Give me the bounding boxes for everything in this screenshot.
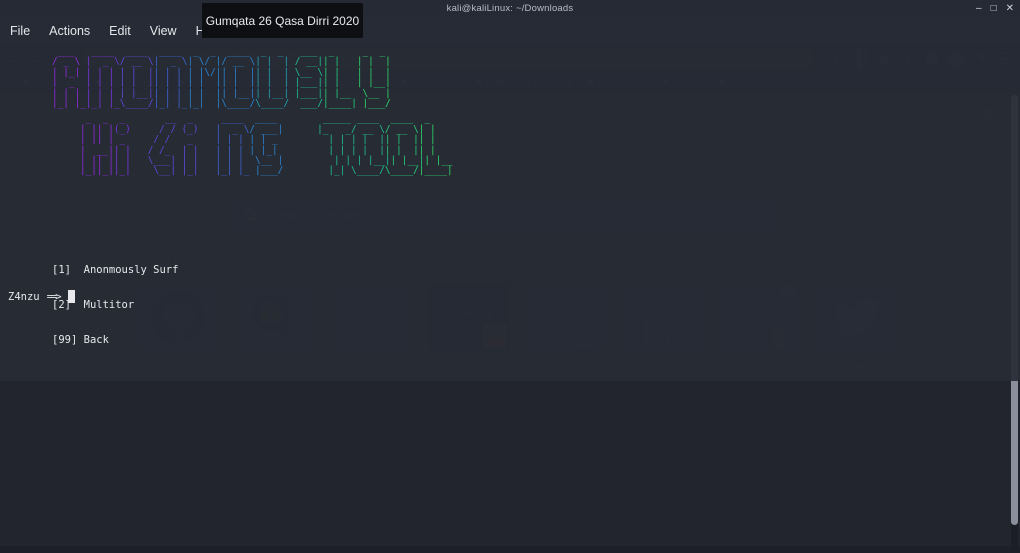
terminal-menu-options: [1] Anonmously Surf [2] Multitor [99] Ba… bbox=[52, 241, 178, 371]
menu-option-label: Back bbox=[83, 334, 109, 347]
maximize-icon[interactable]: □ bbox=[991, 3, 997, 14]
terminal-title-bar: kali@kaliLinux: ~/Downloads – □ ✕ bbox=[0, 0, 1020, 17]
menu-file[interactable]: File bbox=[10, 24, 30, 38]
menu-actions[interactable]: Actions bbox=[49, 24, 90, 38]
minimize-icon[interactable]: – bbox=[976, 3, 982, 14]
date-tooltip: Gumqata 26 Qasa Dirri 2020 bbox=[202, 3, 363, 38]
terminal-output[interactable]: ___ ____ ____ ____ _ _ ____ _ _ ___ _ _ … bbox=[0, 44, 1020, 381]
ascii-art-banner: ___ ____ ____ ____ _ _ ____ _ _ ___ _ _ … bbox=[52, 46, 459, 177]
menu-option-key: [99] bbox=[52, 334, 78, 347]
terminal-window-title: kali@kaliLinux: ~/Downloads bbox=[446, 3, 574, 14]
menu-view[interactable]: View bbox=[150, 24, 177, 38]
prompt-arrow: ==> bbox=[46, 290, 62, 303]
prompt-user: Z4nzu bbox=[8, 290, 40, 303]
close-icon[interactable]: ✕ bbox=[1006, 3, 1014, 14]
terminal-menu-bar: File Actions Edit View Help bbox=[0, 17, 1020, 44]
menu-option-label: Anonmously Surf bbox=[83, 263, 179, 276]
menu-option-label: Multitor bbox=[83, 298, 135, 311]
screen: Z4nzu/hackingtool: AL... × New Tab × + ←… bbox=[0, 0, 1020, 553]
terminal-prompt[interactable]: Z4nzu ==> bbox=[8, 290, 75, 303]
text-cursor bbox=[67, 290, 75, 303]
window-controls: – □ ✕ bbox=[976, 0, 1014, 17]
menu-option-key: [1] bbox=[52, 263, 71, 276]
menu-option-row[interactable]: [1] Anonmously Surf bbox=[52, 263, 179, 277]
menu-edit[interactable]: Edit bbox=[109, 24, 131, 38]
menu-option-row[interactable]: [99] Back bbox=[52, 334, 178, 347]
terminal-window: kali@kaliLinux: ~/Downloads – □ ✕ File A… bbox=[0, 0, 1020, 381]
